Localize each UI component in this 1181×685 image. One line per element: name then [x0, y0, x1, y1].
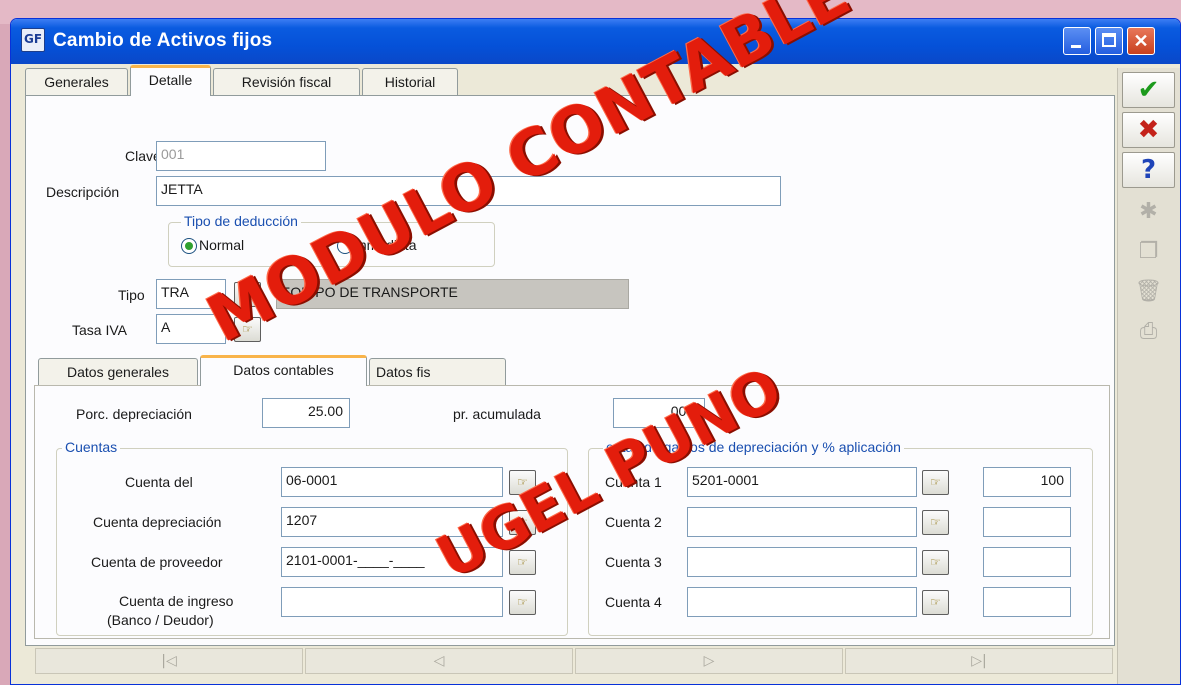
descripcion-label: Descripción	[46, 184, 120, 200]
accept-button[interactable]: ✔	[1122, 72, 1175, 108]
tasa-iva-label: Tasa IVA	[72, 322, 127, 338]
cuenta-ingreso-sublabel: (Banco / Deudor)	[107, 612, 214, 628]
maximize-icon	[1102, 33, 1116, 47]
minimize-button[interactable]	[1063, 27, 1091, 55]
gastos-depreciacion-group: entas de gastos de depreciación y % apli…	[588, 439, 1093, 636]
cuenta-depreciacion-lookup-button[interactable]: ☞	[509, 510, 536, 535]
cuenta-ingreso-field[interactable]	[281, 587, 503, 617]
copy-button[interactable]: ❐	[1122, 234, 1175, 270]
x-icon: ✖	[1137, 115, 1160, 145]
tipo-description: EQUIPO DE TRANSPORTE	[276, 279, 629, 309]
tipo-deduccion-group: Tipo de deducción Normal Inmediata	[168, 213, 495, 267]
descripcion-field[interactable]: JETTA	[156, 176, 781, 206]
cuenta-depreciacion-label: Cuenta depreciación	[93, 514, 222, 530]
subtab-datos-generales[interactable]: Datos generales	[38, 358, 198, 386]
previous-record-button[interactable]: ◁	[305, 648, 573, 674]
activos-window: GF Cambio de Activos fijos ✕ Generales D…	[10, 18, 1181, 685]
cuenta-del-lookup-button[interactable]: ☞	[509, 470, 536, 495]
porc-depreciacion-field[interactable]: 25.00	[262, 398, 350, 428]
close-icon: ✕	[1133, 31, 1149, 51]
print-button[interactable]: ⎙	[1122, 314, 1175, 350]
cuenta-depreciacion-field[interactable]: 1207	[281, 507, 503, 537]
tipo-label: Tipo	[118, 287, 145, 303]
printer-icon: ⎙	[1139, 319, 1158, 344]
cuenta-proveedor-field[interactable]: 2101-0001-____-____	[281, 547, 503, 577]
cuenta-1-field[interactable]: 5201-0001	[687, 467, 917, 497]
cuenta-1-percent[interactable]: 100	[983, 467, 1071, 497]
radio-inmediata-label: Inmediata	[355, 237, 417, 253]
tab-revision-fiscal[interactable]: Revisión fiscal	[213, 68, 360, 96]
help-button[interactable]: ?	[1122, 152, 1175, 188]
last-record-button[interactable]: ▷|	[845, 648, 1113, 674]
porc-depr-acumulada-label: pr. acumulada	[453, 406, 541, 422]
tab-generales[interactable]: Generales	[25, 68, 128, 96]
app-icon: GF	[21, 28, 45, 52]
radio-inmediata[interactable]	[337, 238, 353, 254]
cuenta-4-field[interactable]	[687, 587, 917, 617]
radio-normal-label: Normal	[199, 237, 245, 253]
new-record-icon: ✱	[1139, 199, 1158, 224]
cuenta-del-field[interactable]: 06-0001	[281, 467, 503, 497]
subtab-datos-fiscales[interactable]: Datos fis	[369, 358, 506, 386]
clave-field[interactable]: 001	[156, 141, 326, 171]
cuenta-2-label: Cuenta 2	[605, 514, 662, 530]
maximize-button[interactable]	[1095, 27, 1123, 55]
tab-historial[interactable]: Historial	[362, 68, 458, 96]
cuenta-1-label: Cuenta 1	[605, 474, 662, 490]
cuenta-1-lookup-button[interactable]: ☞	[922, 470, 949, 495]
detalle-panel: Clave 001 Descripción JETTA Tipo de dedu…	[25, 95, 1115, 646]
side-toolbar: ✔ ✖ ? ✱ ❐ 🗑 ⎙	[1117, 68, 1180, 684]
check-icon: ✔	[1137, 75, 1160, 105]
subtab-datos-contables[interactable]: Datos contables	[200, 355, 367, 386]
cuentas-title: Cuentas	[62, 439, 121, 455]
cuenta-4-lookup-button[interactable]: ☞	[922, 590, 949, 615]
cuenta-2-field[interactable]	[687, 507, 917, 537]
copy-icon: ❐	[1138, 239, 1159, 264]
cuentas-group: Cuentas Cuenta del 06-0001 ☞ Cuenta depr…	[56, 439, 568, 636]
cuenta-proveedor-lookup-button[interactable]: ☞	[509, 550, 536, 575]
question-icon: ?	[1140, 155, 1157, 185]
cuenta-3-lookup-button[interactable]: ☞	[922, 550, 949, 575]
radio-normal[interactable]	[181, 238, 197, 254]
cuenta-ingreso-label: Cuenta de ingreso	[119, 593, 234, 609]
porc-depr-acumulada-field[interactable]: 00.0	[613, 398, 705, 428]
tipo-deduccion-title: Tipo de deducción	[181, 213, 301, 229]
new-button[interactable]: ✱	[1122, 194, 1175, 230]
cuenta-3-percent[interactable]	[983, 547, 1071, 577]
cuenta-proveedor-label: Cuenta de proveedor	[91, 554, 223, 570]
cuenta-4-label: Cuenta 4	[605, 594, 662, 610]
minimize-icon	[1071, 45, 1081, 48]
first-record-button[interactable]: |◁	[35, 648, 303, 674]
cancel-button[interactable]: ✖	[1122, 112, 1175, 148]
tasa-iva-field[interactable]: A	[156, 314, 226, 344]
cuenta-3-label: Cuenta 3	[605, 554, 662, 570]
title-bar[interactable]: GF Cambio de Activos fijos ✕	[11, 19, 1180, 64]
cuenta-3-field[interactable]	[687, 547, 917, 577]
window-title: Cambio de Activos fijos	[53, 30, 273, 51]
window-client: Generales Detalle Revisión fiscal Histor…	[11, 64, 1180, 684]
delete-button[interactable]: 🗑	[1122, 274, 1175, 310]
cuenta-del-label: Cuenta del	[125, 474, 193, 490]
tab-detalle[interactable]: Detalle	[130, 65, 211, 96]
gastos-depreciacion-title: entas de gastos de depreciación y % apli…	[603, 439, 904, 455]
tipo-lookup-button[interactable]: ☞	[234, 282, 261, 307]
next-record-button[interactable]: ▷	[575, 648, 843, 674]
datos-contables-panel: Porc. depreciación 25.00 pr. acumulada 0…	[34, 385, 1110, 639]
cuenta-2-lookup-button[interactable]: ☞	[922, 510, 949, 535]
tipo-field[interactable]: TRA	[156, 279, 226, 309]
cuenta-4-percent[interactable]	[983, 587, 1071, 617]
cuenta-ingreso-lookup-button[interactable]: ☞	[509, 590, 536, 615]
trash-icon: 🗑	[1134, 279, 1163, 304]
close-button[interactable]: ✕	[1127, 27, 1155, 55]
cuenta-2-percent[interactable]	[983, 507, 1071, 537]
porc-depreciacion-label: Porc. depreciación	[76, 406, 192, 422]
tasa-iva-lookup-button[interactable]: ☞	[234, 317, 261, 342]
record-navigation: |◁ ◁ ▷ ▷|	[35, 648, 1117, 674]
